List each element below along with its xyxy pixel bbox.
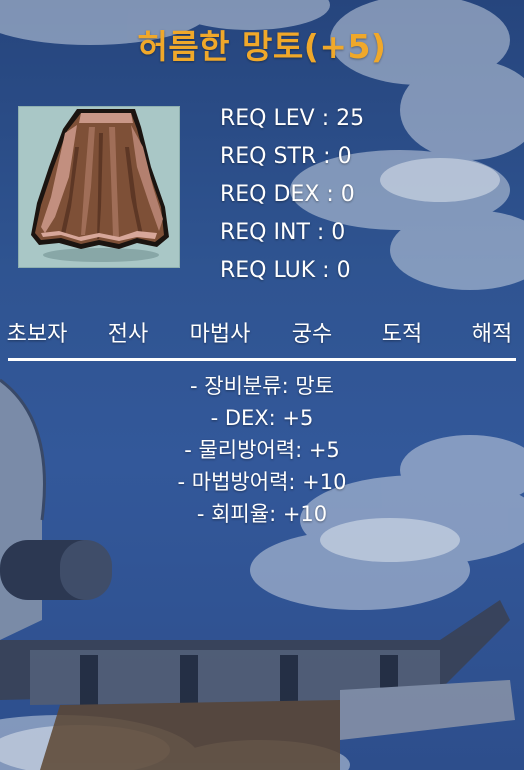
stat-magic-defense: - 마법방어력: +10 [177,470,347,494]
stat-dex: - DEX: +5 [210,406,314,430]
job-class-row: 초보자 전사 마법사 궁수 도적 해적 [0,316,524,350]
req-level: REQ LEV : 25 [220,106,365,131]
divider [8,358,516,361]
class-pirate: 해적 [471,322,513,347]
class-thief: 도적 [381,322,423,347]
requirements-list: REQ LEV : 25 REQ STR : 0 REQ DEX : 0 REQ… [220,100,364,290]
class-magician: 마법사 [189,322,251,347]
req-dex: REQ DEX : 0 [220,182,355,207]
req-luk: REQ LUK : 0 [220,258,351,283]
item-tooltip: 허름한 망토(+5) REQ LEV : 25 REQ STR : 0 REQ … [0,0,524,770]
req-str: REQ STR : 0 [220,144,352,169]
item-name: 허름한 망토(+5) [137,27,387,66]
stats-list: - 장비분류: 망토 - DEX: +5 - 물리방어력: +5 - 마법방어력… [0,370,524,530]
stat-avoidability: - 회피율: +10 [196,502,328,526]
class-beginner: 초보자 [6,322,68,347]
stat-category: - 장비분류: 망토 [190,374,334,398]
req-int: REQ INT : 0 [220,220,346,245]
class-warrior: 전사 [107,322,149,347]
brown-cape-icon [18,106,180,268]
stat-physical-defense: - 물리방어력: +5 [184,438,340,462]
class-bowman: 궁수 [291,322,333,347]
